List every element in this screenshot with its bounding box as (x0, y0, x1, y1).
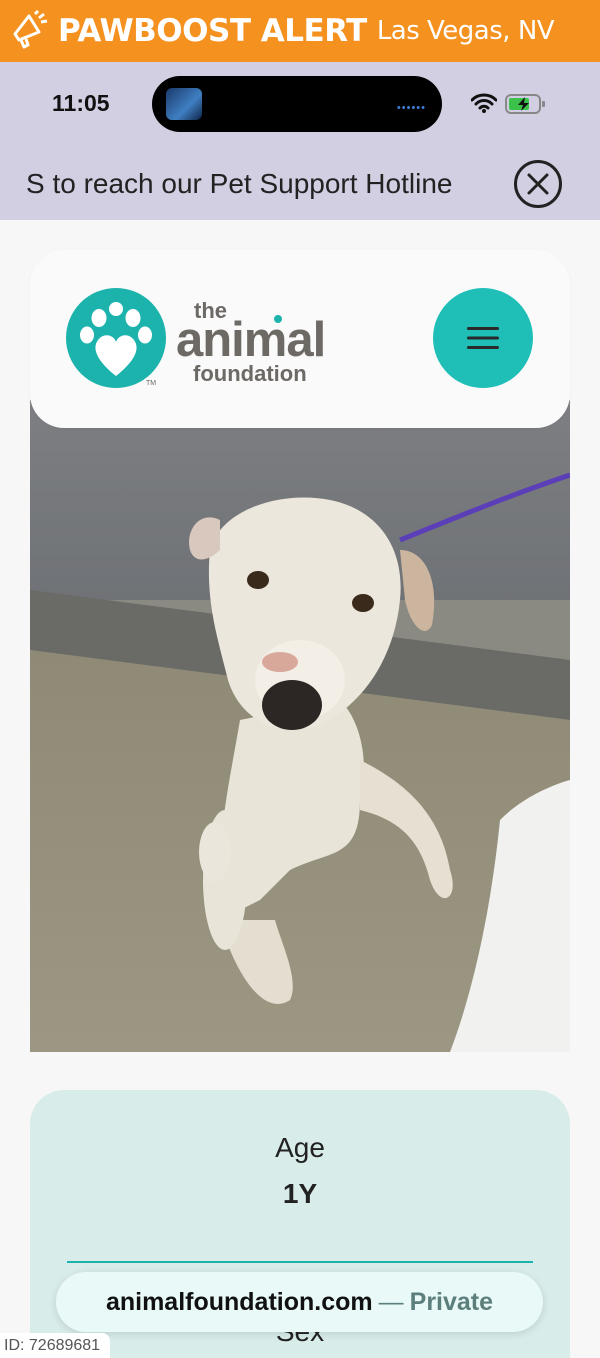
url-separator: — (378, 1287, 404, 1316)
trademark-text: TM (146, 380, 157, 387)
browser-url-bar[interactable]: animalfoundation.com — Private (56, 1272, 543, 1332)
id-tag: ID: 72689681 (0, 1333, 111, 1358)
paw-heart-icon (66, 288, 166, 388)
age-label: Age (275, 1132, 325, 1163)
hotline-ticker: S to reach our Pet Support Hotline (0, 154, 600, 220)
battery-charging-icon (505, 94, 545, 114)
url-domain: animalfoundation.com (105, 1287, 373, 1316)
pawboost-banner: PAWBOOST ALERT Las Vegas, NV (0, 0, 600, 62)
status-bar: 11:05 •••••• (0, 62, 600, 154)
hamburger-icon (467, 327, 499, 349)
status-time: 11:05 (52, 90, 110, 116)
logo-animal: animal (176, 313, 326, 367)
divider (67, 1261, 533, 1263)
banner-location: Las Vegas, NV (376, 16, 555, 46)
audio-wave-icon: •••••• (396, 102, 426, 114)
close-circle-icon[interactable] (514, 160, 562, 208)
private-label: Private (409, 1287, 494, 1316)
dynamic-island: •••••• (152, 76, 442, 132)
age-value: 1Y (282, 1178, 318, 1209)
now-playing-thumbnail (166, 88, 202, 120)
pet-photo[interactable] (30, 400, 570, 1052)
animal-foundation-logo[interactable]: TM the animal foundation (66, 288, 346, 392)
wifi-icon (471, 93, 497, 113)
banner-title: PAWBOOST ALERT (58, 13, 367, 49)
megaphone-icon (8, 9, 52, 53)
menu-button[interactable] (433, 288, 533, 388)
logo-foundation: foundation (193, 361, 307, 386)
site-header: TM the animal foundation (30, 250, 570, 428)
hotline-text: S to reach our Pet Support Hotline (26, 168, 453, 199)
